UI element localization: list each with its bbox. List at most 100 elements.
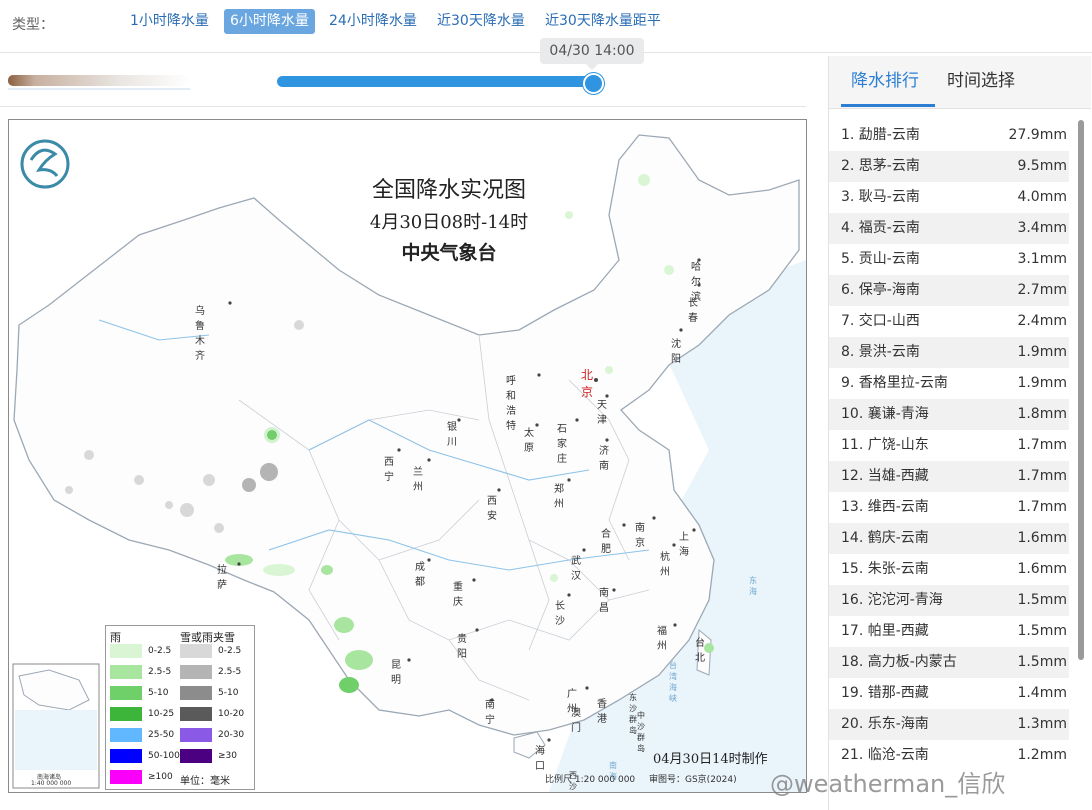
city-label: 福州	[657, 626, 667, 652]
city-label: 上海	[679, 532, 689, 558]
ranking-row[interactable]: 14. 鹤庆-云南 1.6mm	[829, 523, 1069, 554]
ranking-value: 3.4mm	[1017, 220, 1067, 236]
city-label: 天津	[597, 400, 607, 426]
city-label: 乌鲁木齐	[195, 306, 205, 362]
ranking-station: 1. 勐腊-云南	[841, 127, 920, 143]
city-label: 西宁	[384, 457, 394, 483]
ranking-value: 1.7mm	[1017, 437, 1067, 453]
city-label: 合肥	[601, 529, 611, 555]
ranking-row[interactable]: 8. 景洪-云南 1.9mm	[829, 337, 1069, 368]
cma-logo-icon	[20, 139, 70, 189]
ranking-value: 2.7mm	[1017, 282, 1067, 298]
ranking-value: 1.7mm	[1017, 499, 1067, 515]
city-label: 贵阳	[457, 634, 467, 660]
tab-1h-precip[interactable]: 1小时降水量	[124, 9, 215, 34]
city-label: 南宁	[485, 700, 495, 726]
legend-rain-title: 雨	[110, 631, 121, 644]
legend-swatch	[180, 644, 212, 658]
tab-24h-precip[interactable]: 24小时降水量	[323, 9, 423, 34]
ranking-row[interactable]: 7. 交口-山西 2.4mm	[829, 306, 1069, 337]
legend-label: 2.5-5	[218, 667, 242, 677]
tab-6h-precip[interactable]: 6小时降水量	[224, 9, 315, 34]
ranking-value: 2.4mm	[1017, 313, 1067, 329]
ranking-row[interactable]: 15. 朱张-云南 1.6mm	[829, 554, 1069, 585]
ranking-value: 1.2mm	[1017, 747, 1067, 763]
city-label: 昆明	[391, 660, 401, 686]
inset-scale-label: 1:40 000 000	[31, 780, 72, 787]
ranking-value: 4.0mm	[1017, 189, 1067, 205]
legend-swatch	[180, 707, 212, 721]
time-slider-handle[interactable]	[583, 73, 604, 94]
legend-swatch	[110, 644, 142, 658]
ranking-row[interactable]: 10. 襄谦-青海 1.8mm	[829, 399, 1069, 430]
city-label: 石家庄	[557, 424, 567, 465]
legend-label: 10-20	[218, 709, 245, 719]
city-label: 银川	[447, 422, 457, 448]
ranking-row[interactable]: 3. 耿马-云南 4.0mm	[829, 182, 1069, 213]
ranking-station: 17. 帕里-西藏	[841, 623, 929, 639]
legend-label: 5-10	[218, 688, 239, 698]
map-legend: 雨 雪或雨夹雪 0-2.5 2.5-5 5-10 10-25 25-50 50-100 ≥1…	[105, 625, 255, 790]
time-slider-track[interactable]	[277, 76, 593, 87]
map-agency: 中央气象台	[401, 242, 497, 264]
legend-swatch	[180, 686, 212, 700]
ranking-station: 10. 襄谦-青海	[841, 406, 929, 422]
ranking-row[interactable]: 9. 香格里拉-云南 1.9mm	[829, 368, 1069, 399]
ranking-station: 8. 景洪-云南	[841, 344, 920, 360]
city-label: 杭州	[660, 552, 670, 578]
type-label: 类型：	[12, 17, 54, 33]
ranking-row[interactable]: 13. 维西-云南 1.7mm	[829, 492, 1069, 523]
legend-label: 50-100	[148, 751, 180, 761]
ranking-row[interactable]: 19. 错那-西藏 1.4mm	[829, 678, 1069, 709]
ranking-row[interactable]: 17. 帕里-西藏 1.5mm	[829, 616, 1069, 647]
legend-swatch	[110, 686, 142, 700]
ranking-row[interactable]: 12. 当雄-西藏 1.7mm	[829, 461, 1069, 492]
city-label: 海口	[535, 746, 545, 772]
ranking-row[interactable]: 5. 贡山-云南 3.1mm	[829, 244, 1069, 275]
city-label: 济南	[599, 446, 609, 472]
review-number: 审图号：GS京(2024)	[649, 775, 737, 785]
sea-label: 东海	[749, 576, 757, 596]
ranking-station: 14. 鹤庆-云南	[841, 530, 929, 546]
ranking-value: 1.6mm	[1017, 530, 1067, 546]
legend-unit: 单位：毫米	[180, 776, 230, 787]
legend-swatch	[110, 707, 142, 721]
tab-30d-anomaly[interactable]: 近30天降水量距平	[539, 9, 667, 34]
ranking-row[interactable]: 11. 广饶-山东 1.7mm	[829, 430, 1069, 461]
city-label: 南京	[635, 523, 645, 549]
tab-precip-ranking[interactable]: 降水排行	[851, 66, 919, 91]
ranking-row[interactable]: 16. 沱沱河-青海 1.5mm	[829, 585, 1069, 616]
ranking-station: 4. 福贡-云南	[841, 220, 920, 236]
sea-label: 东沙群岛	[629, 693, 637, 735]
legend-label: 0-2.5	[218, 646, 242, 656]
legend-swatch	[110, 770, 142, 784]
active-tab-indicator	[841, 104, 935, 107]
time-tooltip: 04/30 14:00	[540, 38, 644, 70]
ranking-row[interactable]: 1. 勐腊-云南 27.9mm	[829, 120, 1069, 151]
divider	[0, 106, 806, 107]
legend-label: 25-50	[148, 730, 175, 740]
tab-time-select[interactable]: 时间选择	[947, 66, 1015, 91]
map-scale: 比例尺 1:20 000 000	[545, 775, 636, 785]
ranking-value: 1.5mm	[1017, 592, 1067, 608]
legend-swatch	[110, 665, 142, 679]
legend-swatch	[110, 728, 142, 742]
ranking-station: 19. 错那-西藏	[841, 685, 929, 701]
ranking-row[interactable]: 2. 思茅-云南 9.5mm	[829, 151, 1069, 182]
side-panel: 降水排行 时间选择 1. 勐腊-云南 27.9mm 2. 思茅-云南 9.5mm 3. …	[828, 56, 1091, 810]
ranking-station: 9. 香格里拉-云南	[841, 375, 948, 391]
ranking-row[interactable]: 20. 乐东-海南 1.3mm	[829, 709, 1069, 740]
ranking-scrollbar[interactable]	[1078, 120, 1084, 660]
ranking-station: 2. 思茅-云南	[841, 158, 920, 174]
ranking-station: 13. 维西-云南	[841, 499, 929, 515]
ranking-row[interactable]: 6. 保亭-海南 2.7mm	[829, 275, 1069, 306]
ranking-station: 15. 朱张-云南	[841, 561, 929, 577]
ranking-value: 1.9mm	[1017, 344, 1067, 360]
legend-swatch	[110, 749, 142, 763]
city-label: 长春	[688, 298, 698, 324]
tab-30d-precip[interactable]: 近30天降水量	[431, 9, 531, 34]
ranking-row[interactable]: 18. 高力板-内蒙古 1.5mm	[829, 647, 1069, 678]
made-time: 04月30日14时制作	[653, 752, 768, 767]
ranking-station: 20. 乐东-海南	[841, 716, 929, 732]
ranking-row[interactable]: 4. 福贡-云南 3.4mm	[829, 213, 1069, 244]
